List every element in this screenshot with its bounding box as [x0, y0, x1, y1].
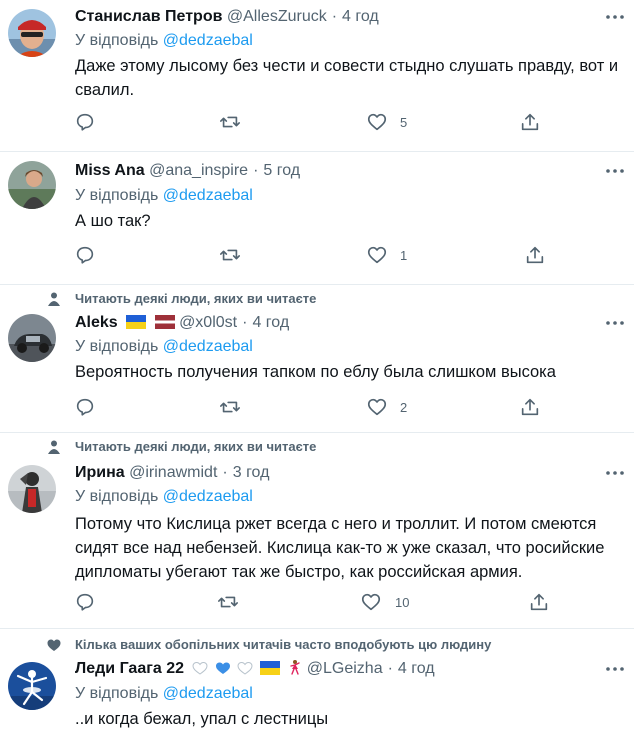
more-options-icon[interactable]: [604, 8, 626, 26]
tweet[interactable]: Кілька ваших обопільних читачів часто вп…: [0, 629, 634, 732]
flag-ukraine-icon: [259, 661, 280, 675]
tweet[interactable]: Читають деякі люди, яких ви читаєте Alek…: [0, 285, 634, 433]
timestamp[interactable]: 5 год: [263, 162, 300, 179]
replying-to: У відповідь @dedzaebal: [75, 486, 253, 508]
share-icon[interactable]: [519, 396, 541, 418]
author-name[interactable]: Леди Гаага 22: [75, 660, 184, 677]
avatar[interactable]: [8, 161, 56, 209]
timestamp[interactable]: 4 год: [252, 314, 289, 331]
separator-dot: ·: [331, 8, 338, 25]
author-handle[interactable]: @AllesZuruck: [227, 8, 327, 25]
retweet-icon[interactable]: [217, 591, 239, 613]
replying-label: У відповідь: [75, 488, 159, 505]
tweet-text: ..и когда бежал, упал с лестницы: [75, 710, 329, 728]
avatar[interactable]: [8, 662, 56, 710]
author-handle[interactable]: @ana_inspire: [149, 162, 248, 179]
like-icon[interactable]: [366, 396, 388, 418]
mention-link[interactable]: @dedzaebal: [163, 187, 253, 204]
tweet[interactable]: Станислав Петров @AllesZuruck · 4 год У ві…: [0, 0, 634, 152]
white-heart-icon: [192, 661, 208, 675]
tweet-text: Потому что Кислица ржет всегда с него и …: [75, 515, 605, 581]
author-name[interactable]: Станислав Петров: [75, 8, 222, 25]
more-options-icon[interactable]: [604, 162, 626, 180]
share-icon[interactable]: [528, 591, 550, 613]
mention-link[interactable]: @dedzaebal: [163, 685, 253, 702]
mention-link[interactable]: @dedzaebal: [163, 488, 253, 505]
replying-label: У відповідь: [75, 32, 159, 49]
avatar[interactable]: [8, 9, 56, 57]
reply-feed: Станислав Петров @AllesZuruck · 4 год У ві…: [0, 0, 634, 732]
tweet[interactable]: Miss Ana @ana_inspire · 5 год У відповідь …: [0, 152, 634, 285]
flag-latvia-icon: [154, 315, 175, 329]
like-count: 10: [395, 595, 410, 610]
avatar[interactable]: [8, 465, 56, 513]
dancer-icon: [290, 660, 300, 675]
replying-label: У відповідь: [75, 187, 159, 204]
separator-dot: ·: [253, 162, 259, 179]
more-options-icon[interactable]: [604, 314, 626, 332]
tweet-header: Станислав Петров @AllesZuruck · 4 год: [75, 6, 379, 28]
like-icon[interactable]: [366, 244, 388, 266]
author-name[interactable]: Ирина: [75, 464, 125, 481]
like-count: 5: [400, 115, 408, 130]
tweet-text: А шо так?: [75, 212, 151, 230]
tweet-header: Aleks @x0l0st · 4 год: [75, 312, 289, 334]
person-icon: [48, 292, 60, 306]
avatar[interactable]: [8, 314, 56, 362]
author-handle[interactable]: @x0l0st: [179, 314, 237, 331]
reply-icon[interactable]: [74, 396, 96, 418]
person-icon: [48, 440, 60, 454]
mention-link[interactable]: @dedzaebal: [163, 338, 253, 355]
blue-heart-icon: [215, 662, 230, 674]
retweet-icon[interactable]: [219, 244, 241, 266]
tweet-header: Леди Гаага 22 @LGeizha · 4 год: [75, 658, 435, 680]
retweet-icon[interactable]: [219, 396, 241, 418]
reply-icon[interactable]: [74, 591, 96, 613]
timestamp[interactable]: 4 год: [398, 660, 435, 677]
mention-link[interactable]: @dedzaebal: [163, 32, 253, 49]
social-context[interactable]: Читають деякі люди, яких ви читаєте: [75, 290, 316, 308]
replying-to: У відповідь @dedzaebal: [75, 185, 253, 207]
white-heart-icon: [237, 661, 253, 675]
author-handle[interactable]: @LGeizha: [307, 660, 383, 677]
tweet-text: Вероятность получения тапком по еблу был…: [75, 363, 556, 381]
reply-icon[interactable]: [74, 244, 96, 266]
separator-dot: ·: [387, 660, 393, 677]
like-icon[interactable]: [360, 591, 382, 613]
like-icon[interactable]: [366, 111, 388, 133]
tweet-header: Miss Ana @ana_inspire · 5 год: [75, 160, 300, 182]
separator-dot: ·: [242, 314, 248, 331]
heart-icon: [47, 639, 61, 651]
like-count: 1: [400, 248, 408, 263]
author-name[interactable]: Aleks: [75, 314, 118, 331]
replying-to: У відповідь @dedzaebal: [75, 683, 253, 705]
timestamp[interactable]: 3 год: [233, 464, 270, 481]
more-options-icon[interactable]: [604, 660, 626, 678]
replying-label: У відповідь: [75, 338, 159, 355]
share-icon[interactable]: [524, 244, 546, 266]
author-name[interactable]: Miss Ana: [75, 162, 145, 179]
tweet-text: Даже этому лысому без чести и совести ст…: [75, 57, 619, 99]
timestamp[interactable]: 4 год: [342, 8, 379, 25]
social-context[interactable]: Кілька ваших обопільних читачів часто вп…: [75, 636, 491, 654]
replying-label: У відповідь: [75, 685, 159, 702]
tweet-header: Ирина @irinawmidt · 3 год: [75, 462, 269, 484]
more-options-icon[interactable]: [604, 464, 626, 482]
share-icon[interactable]: [519, 111, 541, 133]
reply-icon[interactable]: [74, 111, 96, 133]
social-context[interactable]: Читають деякі люди, яких ви читаєте: [75, 438, 316, 456]
like-count: 2: [400, 400, 408, 415]
replying-to: У відповідь @dedzaebal: [75, 30, 253, 52]
replying-to: У відповідь @dedzaebal: [75, 336, 253, 358]
separator-dot: ·: [222, 464, 228, 481]
retweet-icon[interactable]: [219, 111, 241, 133]
author-handle[interactable]: @irinawmidt: [129, 464, 217, 481]
flag-ukraine-icon: [126, 315, 147, 329]
tweet[interactable]: Читають деякі люди, яких ви читаєте Ирин…: [0, 433, 634, 629]
